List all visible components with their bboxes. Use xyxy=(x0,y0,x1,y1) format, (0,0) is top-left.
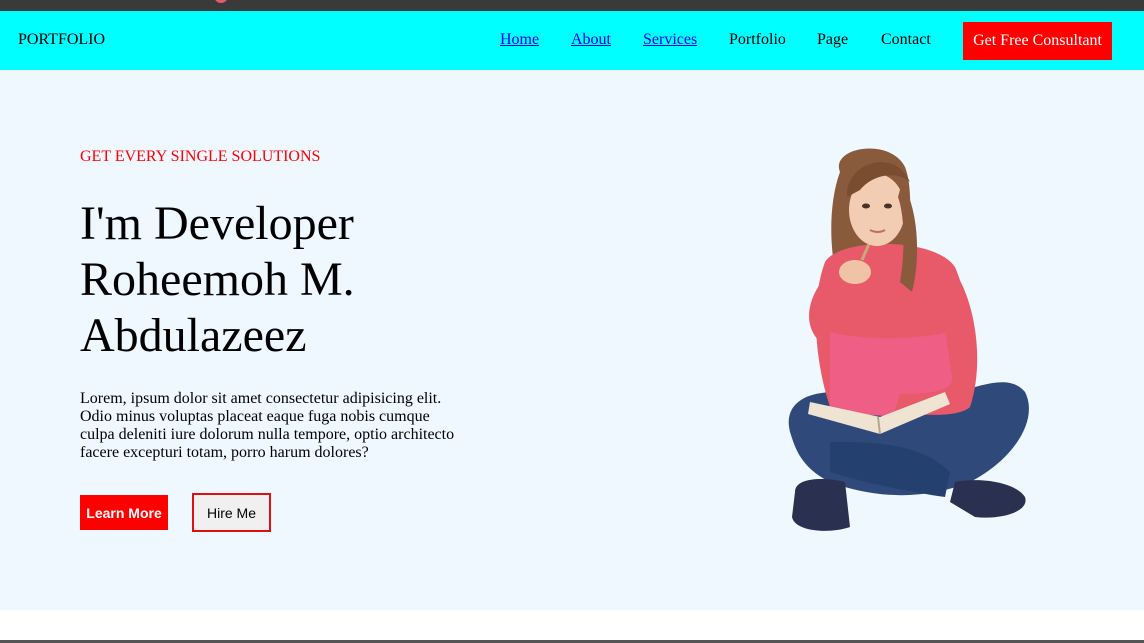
hero-section: GET EVERY SINGLE SOLUTIONS I'm Developer… xyxy=(0,70,1144,610)
brand-logo[interactable]: PORTFOLIO xyxy=(18,31,105,49)
nav-link-contact[interactable]: Contact xyxy=(881,31,931,49)
nav-link-page[interactable]: Page xyxy=(817,31,848,49)
nav-link-services[interactable]: Services xyxy=(643,31,697,49)
nav-link-about[interactable]: About xyxy=(571,31,611,49)
hero-description: Lorem, ipsum dolor sit amet consectetur … xyxy=(80,390,455,461)
hero-heading: I'm Developer Roheemoh M. Abdulazeez xyxy=(80,196,355,364)
hero-heading-line-3: Abdulazeez xyxy=(80,309,307,362)
browser-top-bar xyxy=(0,0,1144,11)
nav-link-portfolio[interactable]: Portfolio xyxy=(729,31,786,49)
get-free-consultant-button[interactable]: Get Free Consultant xyxy=(963,22,1112,60)
hero-person-image xyxy=(788,148,1029,531)
hire-me-button[interactable]: Hire Me xyxy=(192,493,271,532)
hero-eyebrow: GET EVERY SINGLE SOLUTIONS xyxy=(80,148,321,165)
hero-heading-line-1: I'm Developer xyxy=(80,197,354,250)
navbar: PORTFOLIO Home About Services Portfolio … xyxy=(0,11,1144,70)
nav-link-home[interactable]: Home xyxy=(500,31,539,49)
hero-heading-line-2: Roheemoh M. xyxy=(80,253,355,306)
learn-more-button[interactable]: Learn More xyxy=(80,495,168,530)
tab-indicator xyxy=(214,0,228,3)
